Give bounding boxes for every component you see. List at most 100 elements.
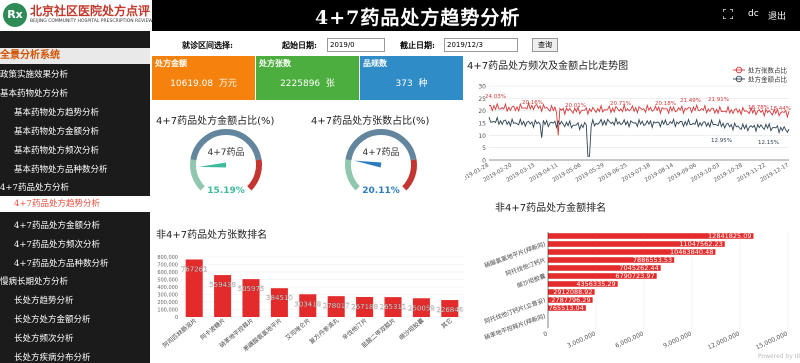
bar-value-label: 250059 bbox=[408, 304, 435, 312]
watermark: Powered by III bbox=[758, 353, 800, 360]
sidebar-header: 全景分析系统 bbox=[0, 48, 150, 64]
kpi-count: 处方张数 2225896 张 bbox=[256, 56, 359, 100]
y-tick-label: 800,000 bbox=[157, 255, 178, 261]
gauge-tick bbox=[232, 135, 234, 139]
kpi-amount: 处方金额 10619.08 万元 bbox=[152, 56, 255, 100]
gauge-tick bbox=[364, 139, 368, 146]
gauge-tick bbox=[202, 181, 205, 184]
end-date-input[interactable]: 2019/12/3 bbox=[444, 38, 518, 52]
bar-value-label: 226846 bbox=[436, 306, 463, 314]
end-date-label: 截止日期: bbox=[400, 40, 435, 50]
gauge-tick bbox=[198, 176, 202, 178]
y-tick-label: 700,000 bbox=[157, 263, 178, 269]
x-tick-label: 0 bbox=[542, 330, 549, 338]
logout-link[interactable]: 退出 bbox=[768, 9, 786, 22]
gauge-count: 4+7药品 20.11% bbox=[345, 129, 417, 196]
gauge-tick bbox=[400, 144, 404, 147]
data-label: 18.78% bbox=[748, 105, 769, 111]
gauge-tick bbox=[356, 147, 360, 150]
sidebar-item[interactable]: 4+7药品处方频次分析 bbox=[14, 238, 100, 250]
sidebar-item[interactable]: 基本药物处方分析 bbox=[0, 87, 68, 99]
start-date-input[interactable]: 2019/0 bbox=[327, 38, 385, 52]
gauge-tick bbox=[245, 144, 249, 147]
gauge-tick bbox=[196, 169, 203, 172]
gauge-tick bbox=[403, 153, 409, 157]
region-label: 就诊区间选择: bbox=[182, 40, 233, 50]
gauge-tick bbox=[353, 176, 357, 178]
fullscreen-icon[interactable] bbox=[723, 9, 733, 19]
bar-value-label: 384510 bbox=[266, 294, 293, 302]
sidebar-item[interactable]: 长处方疾病分布分析 bbox=[14, 351, 91, 363]
bar-value-label: 267188 bbox=[351, 303, 378, 311]
y-tick-label: 300,000 bbox=[157, 293, 178, 299]
bar-value-label: 12841825.09 bbox=[708, 232, 751, 240]
data-label: 12.95% bbox=[711, 138, 732, 144]
gauge-pointer bbox=[199, 162, 227, 168]
gauge-tick bbox=[402, 181, 405, 184]
bar-value-label: 11047562.23 bbox=[679, 240, 722, 248]
gauge-tick bbox=[357, 181, 360, 184]
gauge-tick bbox=[387, 135, 389, 139]
count-rank-title: 非4+7药品处方张数排名 bbox=[156, 230, 268, 241]
trend-chart: 0510152025302019-01-282019-02-202019-03-… bbox=[465, 66, 791, 184]
data-label: 20.18% bbox=[655, 101, 676, 107]
sidebar-item[interactable]: 政策实施效果分析 bbox=[0, 68, 68, 80]
sidebar-item[interactable]: 基本药物处方趋势分析 bbox=[14, 106, 99, 118]
logo: Rx 北京社区医院处方点评 BEIJING COMMUNITY HOSPITAL… bbox=[0, 0, 153, 31]
sidebar-item[interactable]: 基本药物处方品种数分析 bbox=[14, 163, 108, 175]
bar-value-label: 7045262.44 bbox=[619, 264, 658, 272]
gauge-tick bbox=[197, 156, 201, 158]
query-button[interactable]: 查询 bbox=[532, 38, 558, 52]
gauge-tick bbox=[406, 156, 410, 158]
y-tick-label: 20 bbox=[478, 108, 486, 115]
gauge-tick bbox=[209, 139, 213, 146]
bar-value-label: 6790723.97 bbox=[615, 272, 654, 280]
sidebar-item[interactable]: 长处方频次分析 bbox=[14, 332, 74, 344]
x-tick-label: 阿卡波糖片 bbox=[199, 316, 227, 341]
sidebar-item[interactable]: 慢病长期处方分析 bbox=[0, 275, 68, 287]
x-tick-label: 缬沙坦胶囊 bbox=[397, 316, 425, 341]
gauge-tick bbox=[404, 150, 408, 153]
sidebar-item[interactable]: 长处方处方金额分析 bbox=[14, 313, 91, 325]
kpi-value: 373 种 bbox=[395, 79, 428, 89]
data-label: 21.91% bbox=[708, 97, 729, 103]
gauge-tick bbox=[197, 173, 201, 175]
bar-value-label: 278017 bbox=[323, 302, 350, 310]
bar-value-label: 4356335.29 bbox=[576, 280, 615, 288]
page-title: 4+7药品处方趋势分析 bbox=[315, 7, 521, 29]
data-label: 20.16% bbox=[522, 100, 543, 106]
sidebar-item[interactable]: 4+7药品处方品种数分析 bbox=[14, 257, 108, 269]
bar-value-label: 559438 bbox=[209, 281, 236, 289]
bar-value-label: 7886553.53 bbox=[633, 256, 672, 264]
x-tick-label: 其它 bbox=[440, 316, 454, 330]
gauge-tick bbox=[355, 178, 359, 181]
y-tick-label: 5 bbox=[482, 145, 486, 152]
sidebar-item[interactable]: 4+7药品处方分析 bbox=[0, 181, 69, 193]
gauge-name: 4+7药品 bbox=[363, 147, 400, 158]
data-label: 20.71% bbox=[610, 101, 631, 107]
data-label: 18.44% bbox=[770, 106, 791, 112]
count-rank-chart: 0100,000 200,000300,000 400,000500,000 600,… bbox=[157, 255, 464, 353]
y-tick-label: 600,000 bbox=[157, 270, 178, 276]
sidebar-item[interactable]: 基本药物处方金额分析 bbox=[14, 125, 99, 137]
x-tick-label: 6,000,000 bbox=[614, 330, 645, 349]
x-tick-label: 15,000,000 bbox=[755, 330, 789, 351]
kpi-label: 品规数 bbox=[363, 59, 387, 68]
date-filter: 就诊区间选择: 起始日期: 2019/0 截止日期: 2019/12/3 查询 bbox=[152, 36, 800, 54]
sidebar-item[interactable]: 基本药物处方频次分析 bbox=[14, 144, 99, 156]
gauge-tick bbox=[218, 135, 220, 139]
gauge-pointer bbox=[354, 160, 382, 168]
sidebar-item[interactable]: 4+7药品处方趋势分析 bbox=[0, 196, 150, 212]
gauge-tick bbox=[406, 173, 410, 175]
kpi-value: 10619.08 万元 bbox=[170, 79, 237, 89]
bar bbox=[270, 288, 288, 317]
data-label: 20.01% bbox=[565, 103, 586, 109]
sidebar-item[interactable]: 4+7药品处方金额分析 bbox=[14, 219, 100, 231]
bar-value-label: 767261 bbox=[181, 265, 208, 273]
gauge-tick bbox=[398, 141, 401, 145]
amount-rank-chart: 0 3,000,000 6,000,000 9,000,000 12,000,000 15… bbox=[483, 232, 789, 351]
y-tick-label: 100,000 bbox=[157, 308, 178, 314]
gauge-tick bbox=[358, 144, 362, 147]
gauge-tick bbox=[392, 138, 395, 142]
sidebar-item[interactable]: 长处方趋势分析 bbox=[14, 294, 74, 306]
